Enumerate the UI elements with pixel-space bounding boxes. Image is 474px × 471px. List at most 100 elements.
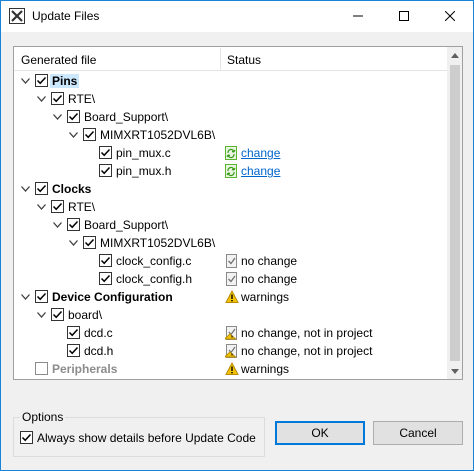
scrollbar-thumb[interactable] bbox=[450, 65, 460, 361]
tree-row[interactable]: Peripherals warnings bbox=[14, 360, 447, 378]
tree-item-checkbox[interactable] bbox=[67, 218, 80, 231]
tree-item-label-clocks[interactable]: Clocks bbox=[52, 182, 91, 196]
tree-item-checkbox[interactable] bbox=[35, 182, 48, 195]
tree-item-checkbox[interactable] bbox=[67, 344, 80, 357]
not-in-project-icon bbox=[223, 326, 239, 340]
tree-item-label-device-configuration[interactable]: Device Configuration bbox=[52, 290, 173, 304]
tree-item-label-board-support[interactable]: Board_Support\ bbox=[84, 218, 168, 232]
no-change-icon bbox=[225, 272, 239, 286]
tree-row[interactable]: Device Configuration warnings bbox=[14, 288, 447, 306]
no-change-icon bbox=[225, 254, 239, 268]
tree-item-label-board-support[interactable]: Board_Support\ bbox=[84, 110, 168, 124]
chevron-down-icon[interactable] bbox=[19, 75, 31, 87]
chevron-down-icon[interactable] bbox=[51, 219, 63, 231]
tree-item-label-rte[interactable]: RTE\ bbox=[68, 92, 95, 106]
tree-item-label-dcd-c[interactable]: dcd.c bbox=[84, 326, 113, 340]
ok-button[interactable]: OK bbox=[275, 421, 365, 445]
tree-row[interactable]: RTE\ bbox=[14, 198, 447, 216]
tree-row[interactable]: Clocks bbox=[14, 180, 447, 198]
tree-row[interactable]: clock_config.h no change bbox=[14, 270, 447, 288]
scroll-down-icon[interactable] bbox=[447, 363, 462, 379]
tree-item-label-board[interactable]: board\ bbox=[68, 308, 102, 322]
tree-item-label-clock-config-h[interactable]: clock_config.h bbox=[116, 272, 192, 286]
status-text: no change, not in project bbox=[241, 326, 373, 340]
tree-item-label-dcd-h[interactable]: dcd.h bbox=[84, 344, 113, 358]
tree-row[interactable]: Board_Support\ bbox=[14, 108, 447, 126]
tree-item-label-pins[interactable]: Pins bbox=[50, 74, 80, 88]
status-text: no change bbox=[241, 272, 298, 286]
app-x-icon bbox=[9, 8, 25, 24]
chevron-down-icon[interactable] bbox=[35, 93, 47, 105]
tree-item-checkbox[interactable] bbox=[51, 200, 64, 213]
tree-item-checkbox[interactable] bbox=[67, 326, 80, 339]
tree-row[interactable]: board\ bbox=[14, 306, 447, 324]
tree-item-checkbox[interactable] bbox=[51, 308, 64, 321]
status-text: no change bbox=[241, 254, 298, 268]
not-in-project-icon bbox=[223, 344, 239, 358]
always-show-details-checkbox[interactable] bbox=[20, 431, 33, 444]
change-icon bbox=[225, 146, 239, 160]
tree-item-checkbox[interactable] bbox=[83, 236, 96, 249]
tree-item-label-rte[interactable]: RTE\ bbox=[68, 200, 95, 214]
tree-row[interactable]: pin_mux.c change bbox=[14, 144, 447, 162]
title-bar[interactable]: Update Files bbox=[1, 1, 473, 32]
tree-row[interactable]: Board_Support\ bbox=[14, 216, 447, 234]
tree-item-checkbox[interactable] bbox=[51, 92, 64, 105]
chevron-down-icon[interactable] bbox=[19, 183, 31, 195]
chevron-down-icon[interactable] bbox=[67, 129, 79, 141]
tree-row[interactable]: dcd.h no change, not in project bbox=[14, 342, 447, 360]
generated-files-tree[interactable]: Generated file Status Pins RTE\ Board_Supp… bbox=[13, 46, 463, 380]
warning-icon bbox=[225, 289, 239, 304]
maximize-button[interactable] bbox=[381, 1, 427, 32]
tree-item-checkbox[interactable] bbox=[35, 362, 48, 375]
tree-item-checkbox[interactable] bbox=[35, 290, 48, 303]
tree-item-checkbox[interactable] bbox=[67, 110, 80, 123]
tree-row[interactable]: Pins bbox=[14, 72, 447, 90]
tree-item-label-peripherals[interactable]: Peripherals bbox=[52, 362, 117, 376]
tree-item-label-clock-config-c[interactable]: clock_config.c bbox=[116, 254, 191, 268]
window-title: Update Files bbox=[32, 9, 100, 23]
tree-item-label-mimxrt1052dvl6b[interactable]: MIMXRT1052DVL6B\ bbox=[100, 236, 215, 250]
tree-item-checkbox[interactable] bbox=[99, 164, 112, 177]
tree-item-checkbox[interactable] bbox=[35, 74, 48, 87]
tree-row[interactable]: MIMXRT1052DVL6B\ bbox=[14, 234, 447, 252]
status-text: warnings bbox=[241, 290, 290, 304]
close-icon bbox=[444, 10, 456, 24]
status-text: warnings bbox=[241, 362, 290, 376]
chevron-down-icon[interactable] bbox=[67, 237, 79, 249]
column-separator[interactable] bbox=[220, 48, 221, 70]
tree-row[interactable]: MIMXRT1052DVL6B\ bbox=[14, 126, 447, 144]
chevron-down-icon[interactable] bbox=[19, 291, 31, 303]
chevron-down-icon[interactable] bbox=[51, 111, 63, 123]
tree-row[interactable]: pin_mux.h change bbox=[14, 162, 447, 180]
status-change-link[interactable]: change bbox=[241, 146, 280, 160]
tree-item-label-pin-mux-h[interactable]: pin_mux.h bbox=[116, 164, 171, 178]
always-show-details-label[interactable]: Always show details before Update Code bbox=[37, 431, 256, 445]
column-status[interactable]: Status bbox=[227, 53, 261, 67]
scroll-up-icon[interactable] bbox=[447, 47, 462, 63]
maximize-icon bbox=[399, 10, 409, 24]
chevron-down-icon[interactable] bbox=[35, 309, 47, 321]
minimize-button[interactable] bbox=[335, 1, 381, 32]
tree-item-checkbox[interactable] bbox=[99, 254, 112, 267]
minimize-icon bbox=[353, 10, 363, 24]
change-icon bbox=[225, 164, 239, 178]
status-change-link[interactable]: change bbox=[241, 164, 280, 178]
tree-item-checkbox[interactable] bbox=[99, 272, 112, 285]
close-button[interactable] bbox=[427, 1, 473, 32]
tree-row[interactable]: clock_config.c no change bbox=[14, 252, 447, 270]
cancel-button[interactable]: Cancel bbox=[373, 421, 463, 445]
options-title: Options bbox=[20, 410, 66, 424]
tree-item-label-pin-mux-c[interactable]: pin_mux.c bbox=[116, 146, 171, 160]
tree-row[interactable]: dcd.c no change, not in project bbox=[14, 324, 447, 342]
tree-item-checkbox[interactable] bbox=[83, 128, 96, 141]
chevron-down-icon[interactable] bbox=[35, 201, 47, 213]
vertical-scrollbar[interactable] bbox=[447, 47, 462, 379]
update-files-dialog: Update Files Generated file Status Pins R… bbox=[0, 0, 474, 471]
column-header: Generated file Status bbox=[14, 47, 447, 71]
tree-item-label-mimxrt1052dvl6b[interactable]: MIMXRT1052DVL6B\ bbox=[100, 128, 215, 142]
warning-icon bbox=[225, 361, 239, 376]
tree-item-checkbox[interactable] bbox=[99, 146, 112, 159]
column-generated-file[interactable]: Generated file bbox=[21, 53, 96, 67]
tree-row[interactable]: RTE\ bbox=[14, 90, 447, 108]
